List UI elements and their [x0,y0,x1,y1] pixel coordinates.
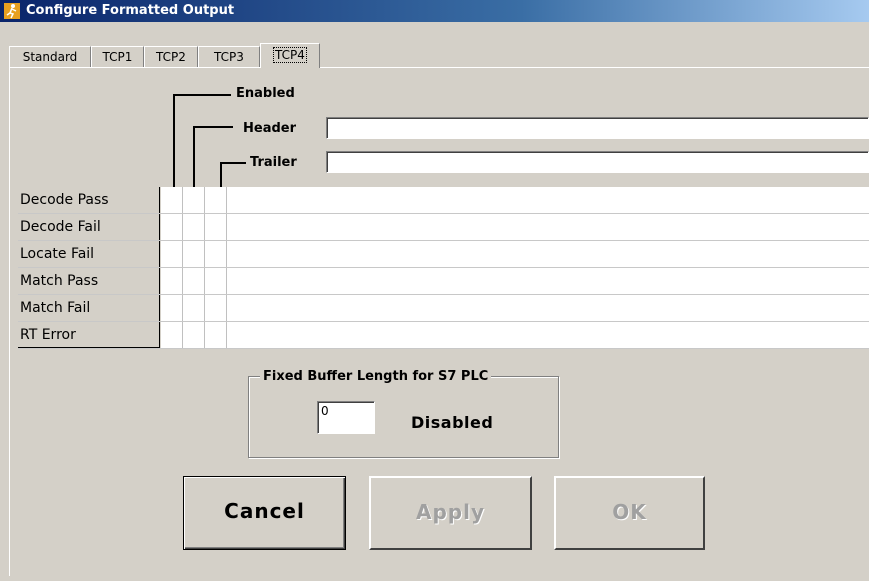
row-label: RT Error [18,322,160,348]
enabled-cell[interactable] [161,322,183,348]
table-row: Match Pass [18,268,869,295]
enabled-cell[interactable] [161,268,183,294]
header-cell[interactable] [183,241,205,267]
buffer-length-input[interactable] [317,401,375,434]
trailer-cell[interactable] [205,214,227,240]
trailer-bracket-line [220,162,246,164]
enabled-cell[interactable] [161,295,183,321]
header-cell[interactable] [183,187,205,213]
tab-tcp1[interactable]: TCP1 [91,46,144,67]
table-row: Match Fail [18,295,869,322]
header-bracket-line [193,126,233,128]
trailer-column-label: Trailer [250,155,297,170]
table-row: Locate Fail [18,241,869,268]
tab-tcp2[interactable]: TCP2 [144,46,198,67]
buffer-status-label: Disabled [411,413,494,432]
header-cell[interactable] [183,322,205,348]
table-row: RT Error [18,322,869,349]
enabled-cell[interactable] [161,187,183,213]
row-label: Match Fail [18,295,160,321]
enabled-bracket-line [173,94,231,96]
buffer-group-title: Fixed Buffer Length for S7 PLC [260,369,492,384]
row-label: Locate Fail [18,241,160,267]
title-bar: Configure Formatted Output [0,0,869,22]
buffer-groupbox [248,376,559,458]
row-cells [161,214,869,240]
window-title: Configure Formatted Output [26,3,235,18]
tab-standard[interactable]: Standard [9,46,91,67]
row-label: Match Pass [18,268,160,294]
enabled-cell[interactable] [161,241,183,267]
cancel-button[interactable]: Cancel [183,476,346,550]
trailer-cell[interactable] [205,268,227,294]
ok-button[interactable]: OK [554,476,705,550]
table-row: Decode Pass [18,187,869,214]
output-grid: Decode Pass Decode Fail Locate Fail Matc… [18,187,869,349]
row-label: Decode Pass [18,187,160,213]
header-column-label: Header [243,121,297,136]
header-input[interactable] [326,117,869,139]
header-cell[interactable] [183,295,205,321]
enabled-cell[interactable] [161,214,183,240]
apply-button[interactable]: Apply [369,476,532,550]
app-icon [4,3,20,19]
trailer-cell[interactable] [205,322,227,348]
row-cells [161,268,869,294]
trailer-cell[interactable] [205,187,227,213]
trailer-vertical-line [220,162,222,187]
header-vertical-line [193,126,195,187]
trailer-cell[interactable] [205,295,227,321]
trailer-cell[interactable] [205,241,227,267]
tab-tcp3[interactable]: TCP3 [198,46,260,67]
row-cells [161,322,869,348]
row-cells [161,295,869,321]
enabled-vertical-line [173,94,175,187]
tab-tcp4[interactable]: TCP4 [260,43,320,68]
header-cell[interactable] [183,214,205,240]
row-cells [161,187,869,213]
enabled-column-label: Enabled [236,86,295,101]
row-cells [161,241,869,267]
row-label: Decode Fail [18,214,160,240]
header-cell[interactable] [183,268,205,294]
table-row: Decode Fail [18,214,869,241]
trailer-input[interactable] [326,151,869,173]
